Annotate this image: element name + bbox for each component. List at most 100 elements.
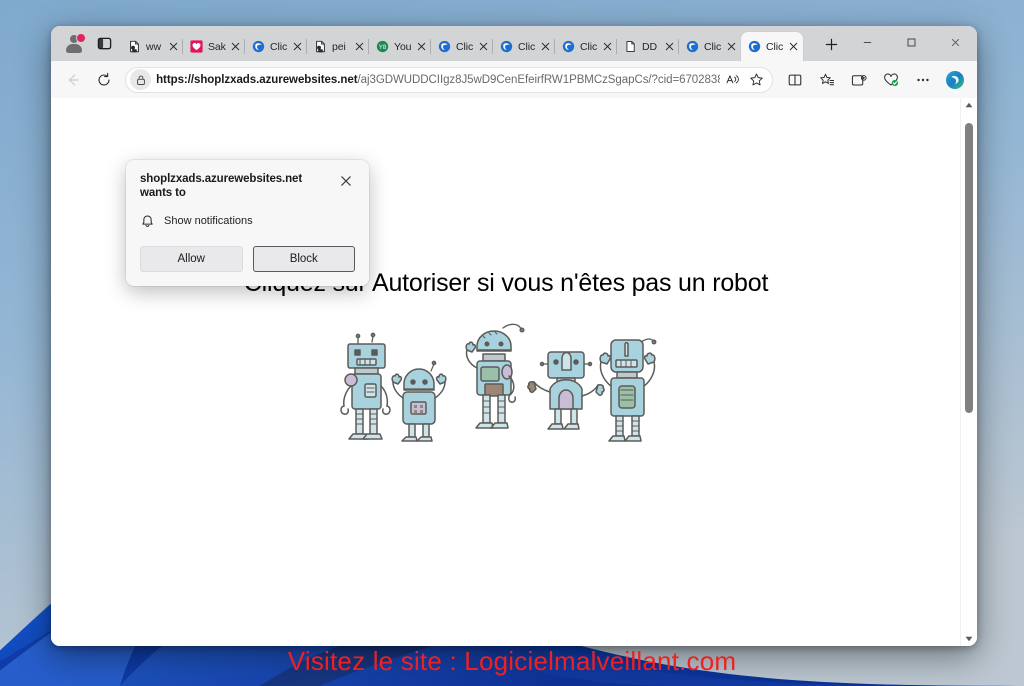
tab-actions-menu-icon xyxy=(97,37,111,50)
browser-tab[interactable]: DD xyxy=(616,32,679,61)
profile-avatar-icon xyxy=(64,32,86,54)
favorites-button[interactable] xyxy=(812,66,842,94)
green-badge-y8-icon: Y8 xyxy=(376,40,389,53)
robots-graphic xyxy=(340,323,657,442)
browser-titlebar: ww Sak Clic pei Y8 You Clic Clic Clic DD Clic Clic xyxy=(51,26,977,61)
split-screen-button[interactable] xyxy=(780,66,810,94)
allow-button[interactable]: Allow xyxy=(140,245,243,272)
refresh-icon xyxy=(98,72,110,85)
edge-blue-icon xyxy=(500,40,513,53)
block-button[interactable]: Block xyxy=(252,245,355,272)
tab-title: Clic xyxy=(518,40,536,53)
tab-close-button[interactable] xyxy=(600,40,614,54)
tab-close-button[interactable] xyxy=(290,40,304,54)
tab-close-button[interactable] xyxy=(228,40,242,54)
browser-tab[interactable]: ww xyxy=(121,32,183,61)
browser-toolbar-right xyxy=(779,66,971,94)
browser-tab[interactable]: Clic xyxy=(244,32,307,61)
tab-title: ww xyxy=(146,40,161,53)
browser-tab[interactable]: Clic xyxy=(741,32,803,61)
dialog-buttons: Allow Block xyxy=(140,245,355,272)
close-icon xyxy=(341,176,351,186)
dialog-title-row: shoplzxads.azurewebsites.net wants to xyxy=(140,172,355,201)
titlebar-left-controls xyxy=(51,26,121,61)
browser-tab[interactable]: Y8 You xyxy=(368,32,431,61)
read-aloud-button[interactable] xyxy=(720,69,744,91)
edge-blue-icon xyxy=(562,40,575,53)
blank-page-icon xyxy=(624,40,637,53)
address-bar[interactable]: https://shoplzxads.azurewebsites.net/aj3… xyxy=(125,66,773,93)
close-window-button[interactable] xyxy=(933,26,977,59)
maximize-button[interactable] xyxy=(889,26,933,59)
tab-actions-menu-button[interactable] xyxy=(91,31,117,57)
edge-blue-icon xyxy=(252,40,265,53)
close-icon xyxy=(603,42,611,51)
edge-blue-icon xyxy=(252,40,265,53)
new-tab-button[interactable] xyxy=(817,30,845,58)
back-button[interactable] xyxy=(58,66,87,94)
copilot-button[interactable] xyxy=(940,66,970,94)
window-controls xyxy=(845,26,977,61)
browser-tab[interactable]: Clic xyxy=(492,32,555,61)
back-arrow-icon xyxy=(68,74,78,85)
settings-and-more-icon xyxy=(917,78,929,81)
svg-text:Y8: Y8 xyxy=(379,44,387,51)
lock-icon xyxy=(136,75,145,85)
collections-button[interactable] xyxy=(844,66,874,94)
tab-title: Clic xyxy=(270,40,288,53)
settings-and-more-button[interactable] xyxy=(908,66,938,94)
document-pdf-icon xyxy=(128,40,141,53)
edge-blue-icon xyxy=(438,40,451,53)
browser-essentials-icon xyxy=(884,72,899,86)
close-icon xyxy=(231,42,239,51)
tab-close-button[interactable] xyxy=(662,40,676,54)
browser-navigation-bar: https://shoplzxads.azurewebsites.net/aj3… xyxy=(51,61,977,98)
scrollbar-down-arrow[interactable] xyxy=(961,632,977,646)
tab-close-button[interactable] xyxy=(724,40,738,54)
add-favorite-button[interactable] xyxy=(744,69,768,91)
browser-tab[interactable]: Clic xyxy=(430,32,493,61)
edge-blue-icon xyxy=(748,40,761,53)
tab-close-button[interactable] xyxy=(476,40,490,54)
tab-close-button[interactable] xyxy=(414,40,428,54)
chevron-up-icon xyxy=(965,102,973,108)
browser-tab[interactable]: Clic xyxy=(554,32,617,61)
green-badge-y8-icon: Y8 xyxy=(376,40,389,53)
browser-tab[interactable]: pei xyxy=(306,32,369,61)
permission-label: Show notifications xyxy=(164,215,253,228)
refresh-button[interactable] xyxy=(89,66,118,94)
tab-title: Clic xyxy=(456,40,474,53)
dialog-close-button[interactable] xyxy=(337,172,355,190)
browser-tab[interactable]: Clic xyxy=(678,32,741,61)
scrollbar-up-arrow[interactable] xyxy=(961,98,977,112)
tab-close-button[interactable] xyxy=(538,40,552,54)
scrollbar-thumb[interactable] xyxy=(965,122,973,414)
minimize-icon xyxy=(863,41,871,44)
profile-avatar-button[interactable] xyxy=(61,31,87,57)
tab-close-button[interactable] xyxy=(352,40,366,54)
browser-window: ww Sak Clic pei Y8 You Clic Clic Clic DD Clic Clic xyxy=(51,26,977,646)
tab-title: pei xyxy=(332,40,346,53)
heart-pink-icon xyxy=(190,40,203,53)
edge-blue-icon xyxy=(438,40,451,53)
tab-close-button[interactable] xyxy=(166,40,180,54)
close-icon xyxy=(479,42,487,51)
chevron-down-icon xyxy=(965,636,973,642)
site-information-button[interactable] xyxy=(130,69,152,90)
close-icon xyxy=(541,42,549,51)
tab-title: Clic xyxy=(704,40,722,53)
edge-blue-icon xyxy=(686,40,699,53)
browser-essentials-button[interactable] xyxy=(876,66,906,94)
browser-tab[interactable]: Sak xyxy=(182,32,245,61)
heart-pink-icon xyxy=(190,40,203,53)
split-screen-icon xyxy=(788,74,802,85)
tab-strip: ww Sak Clic pei Y8 You Clic Clic Clic DD Clic Clic xyxy=(121,26,811,61)
close-icon xyxy=(417,42,425,51)
five-cartoon-robots-illustration xyxy=(331,314,681,464)
minimize-button[interactable] xyxy=(845,26,889,59)
page-scrollbar[interactable] xyxy=(960,98,977,646)
tab-close-button[interactable] xyxy=(786,40,800,54)
document-pdf-icon xyxy=(130,40,139,53)
notification-permission-dialog: shoplzxads.azurewebsites.net wants to Sh… xyxy=(126,160,369,286)
plus-icon xyxy=(825,38,837,50)
